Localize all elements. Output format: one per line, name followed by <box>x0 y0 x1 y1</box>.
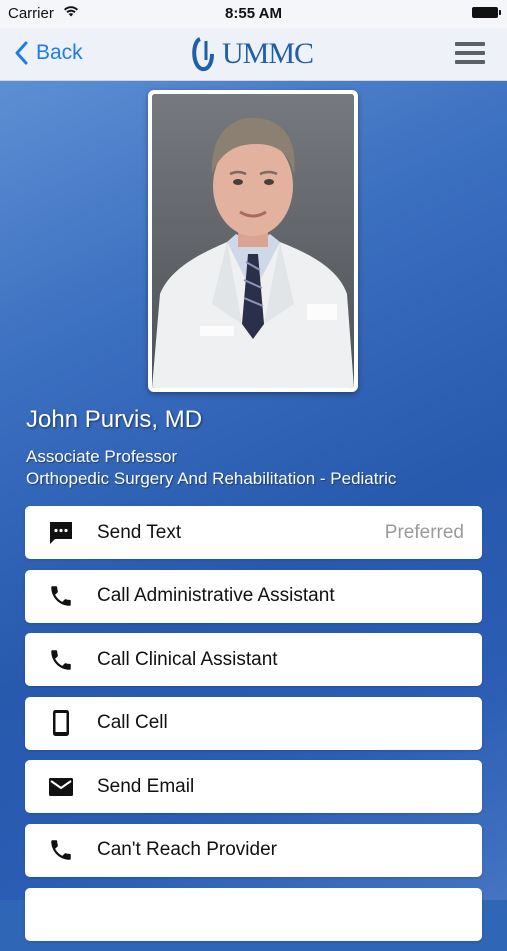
action-label: Send Email <box>97 775 195 797</box>
additional-action-button[interactable] <box>25 887 482 941</box>
provider-name: John Purvis, MD <box>26 406 203 433</box>
battery-icon <box>472 7 501 18</box>
back-button[interactable]: Back <box>14 38 83 68</box>
call-clinical-assistant-button[interactable]: Call Clinical Assistant <box>25 633 482 687</box>
provider-photo-frame <box>148 90 358 392</box>
call-administrative-assistant-button[interactable]: Call Administrative Assistant <box>25 569 482 623</box>
phone-icon <box>25 583 97 609</box>
message-icon <box>25 520 97 546</box>
provider-portrait-image <box>152 94 354 388</box>
email-icon <box>25 776 97 798</box>
cellphone-icon <box>25 709 97 737</box>
chevron-left-icon <box>15 41 28 65</box>
hamburger-line <box>455 42 485 46</box>
hamburger-line <box>455 51 485 55</box>
action-label: Call Cell <box>97 712 168 734</box>
cant-reach-provider-button[interactable]: Can't Reach Provider <box>25 823 482 877</box>
action-label: Can't Reach Provider <box>97 839 277 861</box>
logo-mark-icon <box>192 37 214 72</box>
contact-actions-list: Send Text Preferred Call Administrative … <box>25 506 482 951</box>
call-cell-button[interactable]: Call Cell <box>25 696 482 750</box>
phone-icon <box>25 837 97 863</box>
action-label: Send Text <box>97 521 182 543</box>
provider-photo <box>152 94 354 388</box>
provider-title: Associate Professor <box>26 447 178 466</box>
provider-department: Orthopedic Surgery And Rehabilitation - … <box>26 469 397 488</box>
send-email-button[interactable]: Send Email <box>25 760 482 814</box>
preferred-badge: Preferred <box>384 521 464 543</box>
ummc-logo: UMMC <box>190 34 314 74</box>
status-bar: Carrier 8:55 AM <box>0 0 507 28</box>
navigation-bar: Back UMMC <box>0 28 507 81</box>
action-label: Call Clinical Assistant <box>97 648 278 670</box>
send-text-button[interactable]: Send Text Preferred <box>25 506 482 559</box>
logo-wordmark: UMMC <box>222 37 314 70</box>
phone-icon <box>25 647 97 673</box>
main-content: John Purvis, MD Associate Professor Orth… <box>0 81 507 941</box>
clock: 8:55 AM <box>225 5 282 22</box>
hamburger-line <box>455 60 485 64</box>
menu-button[interactable] <box>455 42 485 66</box>
back-label: Back <box>36 41 83 64</box>
action-label: Call Administrative Assistant <box>97 585 335 607</box>
